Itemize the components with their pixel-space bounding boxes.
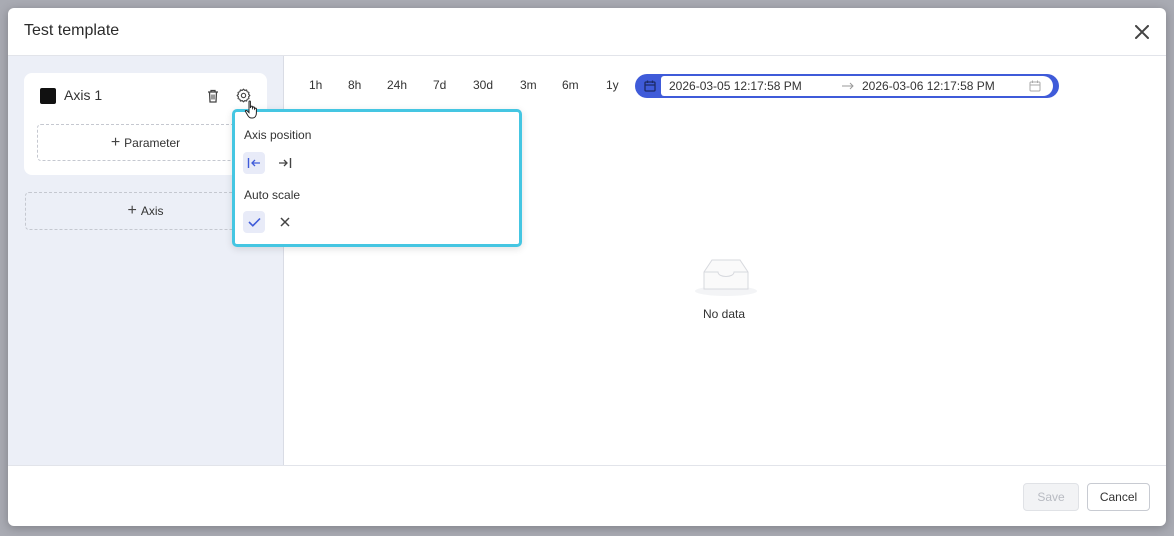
range-3m[interactable]: 3m	[520, 78, 537, 92]
plus-icon: +	[127, 202, 137, 219]
axis-position-left-button[interactable]	[243, 152, 265, 174]
axis-card: Axis 1 + Parameter	[24, 73, 267, 175]
auto-scale-off-button[interactable]	[274, 211, 296, 233]
close-icon	[280, 217, 290, 227]
check-icon	[247, 217, 261, 227]
empty-inbox-icon	[695, 259, 757, 296]
dialog: Test template Axis 1 + Parameter + Axis …	[8, 8, 1166, 526]
add-axis-label: Axis	[140, 204, 164, 218]
date-range-input[interactable]: 2026-03-05 12:17:58 PM 2026-03-06 12:17:…	[661, 76, 1053, 96]
align-right-icon	[279, 158, 292, 168]
add-axis-button[interactable]: + Axis	[25, 192, 266, 230]
date-range-picker[interactable]: 2026-03-05 12:17:58 PM 2026-03-06 12:17:…	[635, 74, 1059, 98]
plus-icon: +	[110, 133, 121, 151]
trash-icon	[208, 89, 218, 103]
save-button[interactable]: Save	[1023, 483, 1079, 511]
axis-settings-popover: Axis position Auto scale	[232, 109, 522, 247]
cancel-button[interactable]: Cancel	[1087, 483, 1150, 511]
range-24h[interactable]: 24h	[387, 78, 407, 92]
dialog-header: Test template	[8, 8, 1166, 56]
range-30d[interactable]: 30d	[473, 78, 493, 92]
close-icon	[1135, 25, 1149, 39]
delete-axis-button[interactable]	[204, 87, 222, 105]
dialog-title: Test template	[24, 22, 120, 39]
empty-state: No data	[694, 256, 757, 321]
range-6m[interactable]: 6m	[562, 78, 579, 92]
empty-state-text: No data	[702, 307, 746, 321]
calendar-icon	[644, 80, 656, 92]
auto-scale-on-button[interactable]	[243, 211, 265, 233]
axis-position-label: Axis position	[244, 128, 312, 142]
axis-color-swatch[interactable]	[40, 88, 56, 104]
auto-scale-label: Auto scale	[244, 188, 301, 202]
add-parameter-label: Parameter	[124, 135, 181, 150]
range-1y[interactable]: 1y	[606, 78, 619, 92]
range-8h[interactable]: 8h	[348, 78, 361, 92]
pointer-cursor-icon	[244, 100, 257, 119]
start-date[interactable]: 2026-03-05 12:17:58 PM	[669, 79, 802, 93]
range-7d[interactable]: 7d	[433, 78, 446, 92]
dialog-footer: Save Cancel	[8, 465, 1166, 526]
arrow-right-icon	[842, 82, 854, 90]
close-button[interactable]	[1132, 22, 1152, 42]
end-date[interactable]: 2026-03-06 12:17:58 PM	[862, 79, 995, 93]
align-left-icon	[247, 158, 260, 168]
axis-name: Axis 1	[64, 87, 103, 103]
calendar-icon	[1029, 80, 1041, 92]
axis-position-right-button[interactable]	[274, 152, 296, 174]
add-parameter-button[interactable]: + Parameter	[37, 124, 254, 161]
range-1h[interactable]: 1h	[309, 78, 322, 92]
